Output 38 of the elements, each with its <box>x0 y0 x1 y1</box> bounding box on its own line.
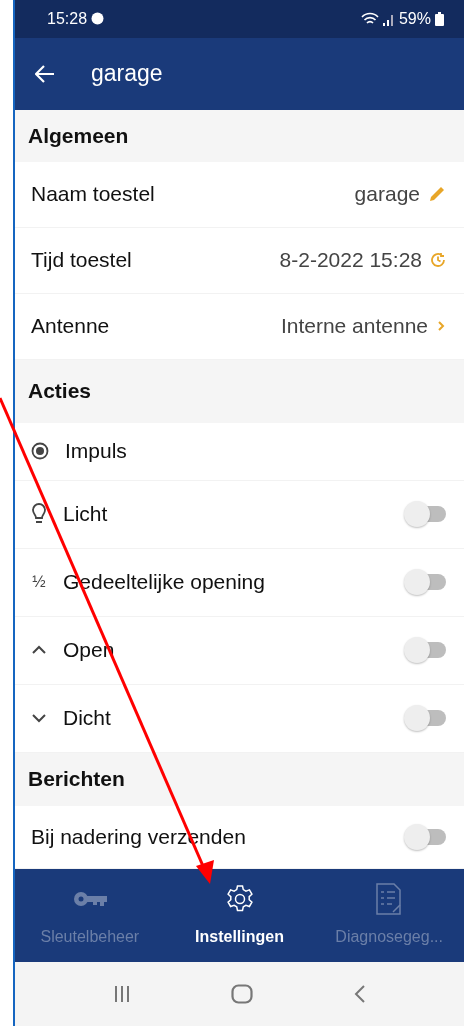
toggle-switch[interactable] <box>404 639 446 662</box>
toggle-switch[interactable] <box>404 571 446 594</box>
section-header: Berichten <box>15 752 464 806</box>
nav-tab[interactable]: Instellingen <box>164 868 315 963</box>
key-icon <box>72 891 107 908</box>
setting-value: garage <box>354 181 420 208</box>
battery-icon <box>435 11 444 26</box>
toggle-switch[interactable] <box>404 825 446 848</box>
status-time: 15:28 <box>47 8 88 29</box>
fraction-symbol: ½ <box>31 572 47 593</box>
checklist-document-icon <box>375 882 404 917</box>
recent-apps-icon[interactable] <box>113 985 130 1004</box>
setting-value: Interne antenne <box>280 313 428 340</box>
option-label: Dicht <box>63 705 111 732</box>
back-arrow-icon[interactable] <box>35 64 55 83</box>
toggle-switch[interactable] <box>404 503 446 526</box>
section-header: Algemeen <box>15 109 464 162</box>
screen-title: garage <box>91 59 163 89</box>
wifi-icon <box>360 11 379 26</box>
section-header: Acties <box>15 359 464 423</box>
nav-tab[interactable]: Diagnosegeg... <box>314 868 464 963</box>
back-icon[interactable] <box>353 984 366 1005</box>
radio-button[interactable] <box>31 442 49 461</box>
setting-value: 8-2-2022 15:28 <box>279 247 422 274</box>
battery-percentage: 59% <box>398 8 431 29</box>
option-label: Licht <box>63 501 108 528</box>
option-label: Impuls <box>65 438 127 465</box>
setting-label: Tijd toestel <box>31 247 132 274</box>
chevron-down-icon <box>31 712 47 725</box>
setting-label: Naam toestel <box>31 181 155 208</box>
setting-label: Antenne <box>31 313 110 340</box>
status-dot-icon <box>91 12 105 26</box>
refresh-clock-icon[interactable] <box>430 252 446 269</box>
nav-tab[interactable]: Sleutelbeheer <box>15 868 165 963</box>
home-icon[interactable] <box>230 984 253 1005</box>
lightbulb-icon <box>31 503 47 526</box>
toggle-switch[interactable] <box>404 707 446 730</box>
pencil-icon[interactable] <box>428 185 446 204</box>
